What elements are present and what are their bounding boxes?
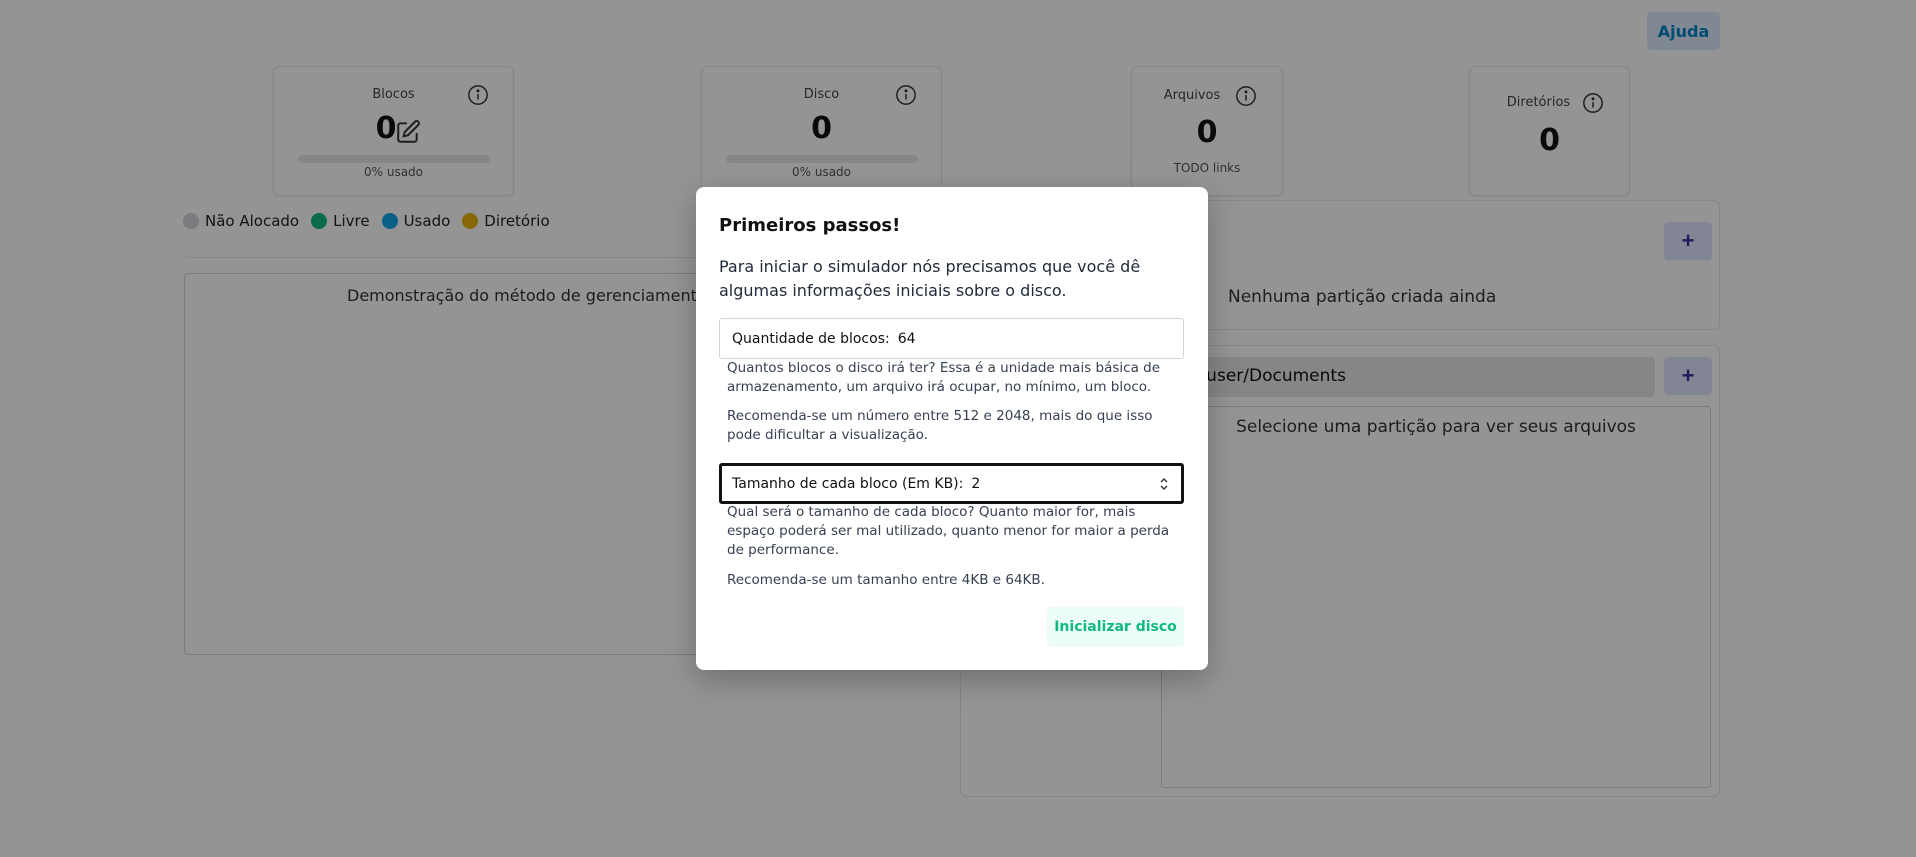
blocks-help-text: Quantos blocos o disco irá ter? Essa é a… [727, 360, 1161, 395]
blocks-count-label: Quantidade de blocos: [732, 330, 890, 347]
blocks-count-input[interactable] [897, 330, 1098, 347]
modal-title: Primeiros passos! [719, 215, 901, 236]
block-size-input[interactable] [971, 475, 1172, 492]
spinner-arrows-icon[interactable] [1159, 476, 1169, 492]
blocks-count-field[interactable]: Quantidade de blocos: [719, 318, 1184, 359]
block-size-help-text: Qual será o tamanho de cada bloco? Quant… [727, 504, 1170, 558]
setup-modal: Primeiros passos! Para iniciar o simulad… [696, 187, 1208, 670]
block-size-field[interactable]: Tamanho de cada bloco (Em KB): [719, 463, 1184, 504]
modal-intro: Para iniciar o simulador nós precisamos … [719, 257, 1141, 300]
blocks-recommendation-text: Recomenda-se um número entre 512 e 2048,… [727, 408, 1153, 443]
initialize-disk-button[interactable]: Inicializar disco [1047, 607, 1184, 647]
block-size-recommendation-text: Recomenda-se um tamanho entre 4KB e 64KB… [727, 572, 1045, 588]
block-size-label: Tamanho de cada bloco (Em KB): [732, 475, 964, 492]
